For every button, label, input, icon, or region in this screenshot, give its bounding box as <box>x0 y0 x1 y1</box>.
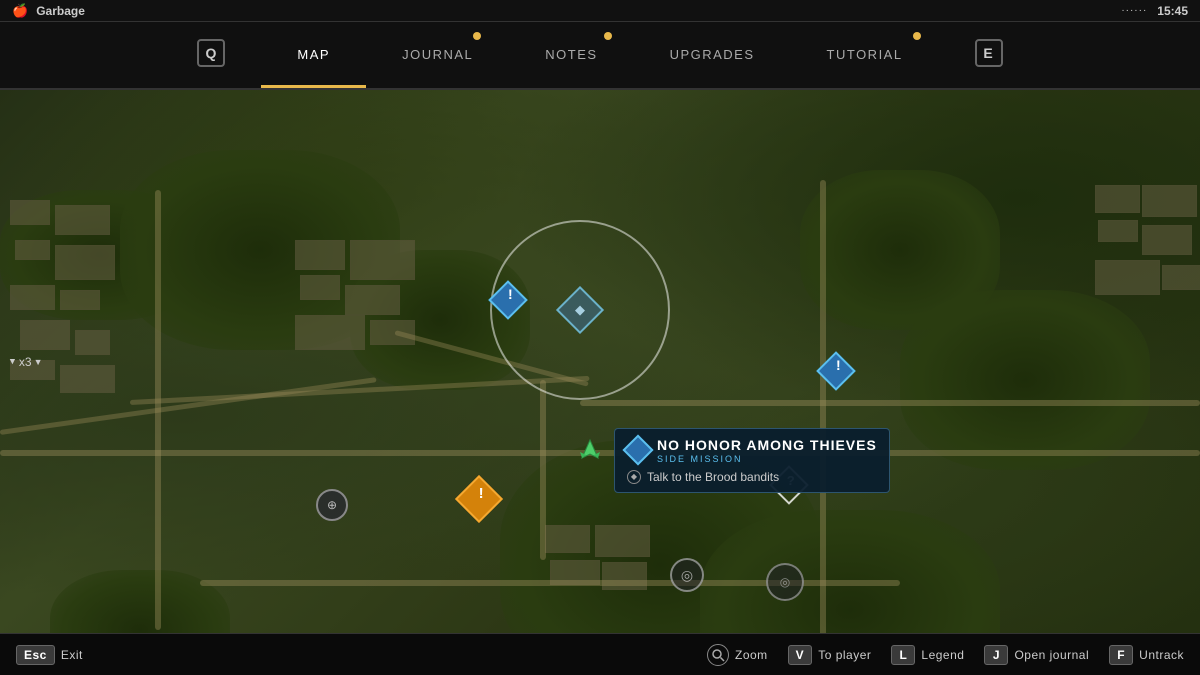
map-icon-blue-2[interactable] <box>822 357 850 385</box>
f-key[interactable]: F <box>1109 645 1133 665</box>
mission-center-icon[interactable]: ◆ <box>556 286 604 334</box>
mission-diamond-blue <box>488 280 528 320</box>
system-bar: 🍎 Garbage ······ 15:45 <box>0 0 1200 22</box>
q-key-box[interactable]: Q <box>197 39 225 67</box>
building-cluster-bottom <box>540 520 660 600</box>
road-h-right <box>580 400 1200 406</box>
exit-label: Exit <box>61 648 83 662</box>
tab-tutorial[interactable]: Tutorial <box>791 22 939 88</box>
v-key[interactable]: V <box>788 645 813 665</box>
map-icon-circle-right[interactable]: ◎ <box>766 563 804 601</box>
terrain-patch <box>700 510 1000 633</box>
tooltip-task-row: ◆ Talk to the Brood bandits <box>627 470 877 484</box>
tooltip-task-text: Talk to the Brood bandits <box>647 470 779 484</box>
l-key[interactable]: L <box>891 645 915 665</box>
tooltip-mission-icon <box>622 435 653 466</box>
circle-bottom-icon: ◎ <box>670 558 704 592</box>
tutorial-notification-dot <box>913 32 921 40</box>
esc-key[interactable]: Esc <box>16 645 55 665</box>
tab-map[interactable]: Map <box>261 22 366 88</box>
nav-bar: Q Map Journal Notes Upgrades Tutorial E <box>0 22 1200 90</box>
zoom-icon <box>707 644 729 666</box>
j-key[interactable]: J <box>984 645 1008 665</box>
road-v-small <box>540 380 546 560</box>
mission-diamond-blue-2 <box>816 351 856 391</box>
road-v-center <box>820 180 826 633</box>
zoom-arrow-down: ▼ <box>34 357 43 367</box>
building-cluster-right <box>1090 180 1200 320</box>
circle-right-icon: ◎ <box>766 563 804 601</box>
bottom-bar: Esc Exit Zoom V To player L Legend J Ope… <box>0 633 1200 675</box>
tab-journal[interactable]: Journal <box>366 22 509 88</box>
legend-label: Legend <box>921 648 964 662</box>
e-key-box[interactable]: E <box>975 39 1003 67</box>
building-cluster-left <box>0 190 130 410</box>
tab-upgrades[interactable]: Upgrades <box>634 22 791 88</box>
apple-icon: 🍎 <box>12 3 28 19</box>
map-area[interactable]: ◆ ⊕ ◎ ◎ ◎ <box>0 90 1200 633</box>
clock: 15:45 <box>1157 4 1188 18</box>
action-legend[interactable]: L Legend <box>891 645 964 665</box>
task-icon: ◆ <box>627 470 641 484</box>
action-exit[interactable]: Esc Exit <box>16 645 83 665</box>
map-icon-circle-bottom[interactable]: ◎ <box>670 558 704 592</box>
nav-key-e[interactable]: E <box>939 22 1039 88</box>
building-cluster-center <box>290 235 450 375</box>
mission-diamond-orange <box>455 475 503 523</box>
map-icon-blue-1[interactable] <box>494 286 522 314</box>
action-to-player[interactable]: V To player <box>788 645 872 665</box>
action-untrack[interactable]: F Untrack <box>1109 645 1184 665</box>
action-open-journal[interactable]: J Open journal <box>984 645 1089 665</box>
action-zoom[interactable]: Zoom <box>707 644 768 666</box>
journal-notification-dot <box>473 32 481 40</box>
mission-tooltip: NO HONOR AMONG THIEVES SIDE MISSION ◆ Ta… <box>614 428 890 493</box>
zoom-action-label: Zoom <box>735 648 768 662</box>
app-name: Garbage <box>36 4 85 18</box>
map-icon-settlement[interactable]: ⊕ <box>316 489 348 521</box>
settlement-icon: ⊕ <box>316 489 348 521</box>
zoom-indicator: ▲ x3 ▼ <box>8 355 43 369</box>
player-marker <box>578 438 602 462</box>
nav-key-q[interactable]: Q <box>161 22 261 88</box>
map-icon-orange[interactable] <box>462 482 496 516</box>
open-journal-label: Open journal <box>1014 648 1089 662</box>
tab-notes[interactable]: Notes <box>509 22 633 88</box>
notes-notification-dot <box>604 32 612 40</box>
battery-indicator: ······ <box>1121 5 1147 16</box>
zoom-level: x3 <box>19 355 32 369</box>
tooltip-mission-subtitle: SIDE MISSION <box>657 454 877 464</box>
untrack-label: Untrack <box>1139 648 1184 662</box>
zoom-arrow-up: ▲ <box>8 357 17 367</box>
to-player-label: To player <box>818 648 871 662</box>
tooltip-mission-title: NO HONOR AMONG THIEVES <box>657 437 877 454</box>
